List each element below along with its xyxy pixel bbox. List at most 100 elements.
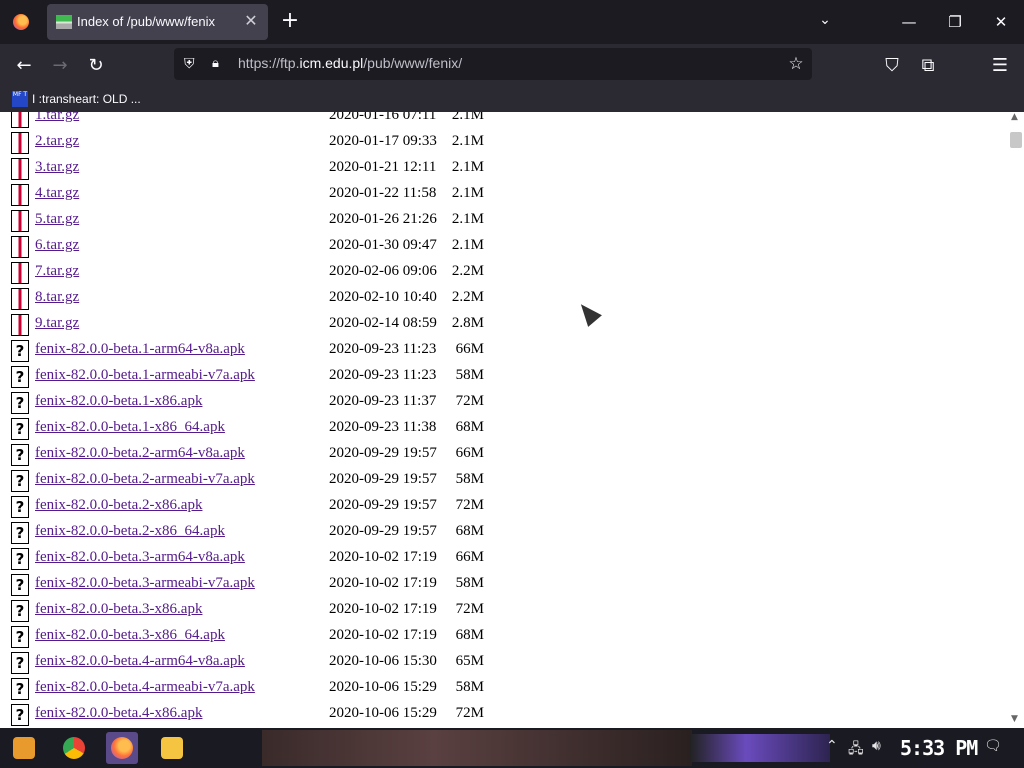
scroll-down-icon[interactable]: ▼	[1011, 714, 1021, 728]
lock-icon[interactable]: 🔒︎	[212, 56, 228, 72]
unknown-file-icon: ?	[11, 678, 29, 700]
file-link[interactable]: 3.tar.gz	[35, 159, 79, 176]
table-row: ? fenix-82.0.0-beta.2-x86.apk 2020-09-29 1…	[0, 494, 1000, 520]
file-link[interactable]: fenix-82.0.0-beta.3-armeabi-v7a.apk	[35, 575, 255, 592]
file-link[interactable]: fenix-82.0.0-beta.3-arm64-v8a.apk	[35, 549, 245, 566]
forward-button[interactable]: →	[47, 52, 73, 78]
unknown-file-icon: ?	[11, 548, 29, 570]
file-link[interactable]: fenix-82.0.0-beta.1-armeabi-v7a.apk	[35, 367, 255, 384]
file-link[interactable]: 4.tar.gz	[35, 185, 79, 202]
unknown-file-icon: ?	[11, 470, 29, 492]
start-icon[interactable]	[8, 732, 40, 764]
file-link[interactable]: 1.tar.gz	[35, 112, 79, 124]
url-text[interactable]: https://ftp.icm.edu.pl/pub/www/fenix/	[238, 55, 462, 71]
restore-button[interactable]: ❐	[932, 0, 978, 44]
bookmark-item[interactable]: MF T I :transheart: OLD ...	[12, 89, 141, 108]
file-link[interactable]: fenix-82.0.0-beta.3-x86.apk	[35, 601, 202, 618]
tab-close-icon[interactable]: ✕	[242, 12, 260, 30]
file-link[interactable]: fenix-82.0.0-beta.1-x86.apk	[35, 393, 202, 410]
file-date: 2020-01-16 07:11	[329, 112, 437, 123]
network-icon[interactable]: 🖧︎	[848, 738, 864, 762]
file-date: 2020-10-06 15:29	[329, 705, 437, 721]
file-date: 2020-01-17 09:33	[329, 133, 437, 149]
file-date: 2020-02-06 09:06	[329, 263, 437, 279]
title-bar: Index of /pub/www/fenix ✕ + ⌄ — ❐ ✕	[0, 0, 1024, 44]
compressed-file-icon	[11, 210, 29, 232]
file-size: 72M	[455, 497, 484, 513]
file-explorer-icon[interactable]	[156, 732, 188, 764]
menu-icon[interactable]: ☰	[987, 52, 1013, 78]
file-size: 2.1M	[451, 112, 484, 123]
new-tab-button[interactable]: +	[279, 10, 301, 34]
table-row: 8.tar.gz 2020-02-10 10:40 2.2M	[0, 286, 1000, 312]
firefox-icon[interactable]	[106, 732, 138, 764]
page-scrollbar[interactable]: ▲ ▼	[1008, 112, 1024, 728]
file-date: 2020-09-29 19:57	[329, 523, 437, 539]
compressed-file-icon	[11, 262, 29, 284]
file-link[interactable]: 9.tar.gz	[35, 315, 79, 332]
scrollbar-thumb[interactable]	[1010, 132, 1022, 148]
firefox-icon	[13, 14, 29, 30]
table-row: ? fenix-82.0.0-beta.3-x86.apk 2020-10-02 1…	[0, 598, 1000, 624]
table-row: ? fenix-82.0.0-beta.2-x86_64.apk 2020-09-2…	[0, 520, 1000, 546]
file-size: 2.1M	[451, 211, 484, 227]
taskbar: ⌃ 🖧︎ 🔊︎ 5:33 PM 🗨︎	[0, 728, 1024, 768]
firefox-view-button[interactable]	[0, 0, 42, 44]
url-bar[interactable]: ⛨ 🔒︎ https://ftp.icm.edu.pl/pub/www/feni…	[174, 48, 812, 80]
compressed-file-icon	[11, 158, 29, 180]
taskbar-clock[interactable]: 5:33 PM	[900, 736, 978, 760]
volume-icon[interactable]: 🔊︎	[872, 738, 881, 754]
tab-fenix-index[interactable]: Index of /pub/www/fenix ✕	[47, 4, 268, 40]
file-link[interactable]: 8.tar.gz	[35, 289, 79, 306]
extensions-icon[interactable]: ⧉	[915, 52, 941, 78]
file-date: 2020-10-02 17:19	[329, 627, 437, 643]
unknown-file-icon: ?	[11, 496, 29, 518]
table-row: ? fenix-82.0.0-beta.4-armeabi-v7a.apk 2020…	[0, 676, 1000, 702]
reload-button[interactable]: ↻	[83, 52, 109, 78]
compressed-file-icon	[11, 112, 29, 128]
compressed-file-icon	[11, 132, 29, 154]
minimize-button[interactable]: —	[886, 0, 932, 44]
file-size: 2.1M	[451, 159, 484, 175]
file-link[interactable]: fenix-82.0.0-beta.3-x86_64.apk	[35, 627, 225, 644]
file-date: 2020-01-21 12:11	[329, 159, 437, 175]
unknown-file-icon: ?	[11, 600, 29, 622]
file-link[interactable]: 7.tar.gz	[35, 263, 79, 280]
unknown-file-icon: ?	[11, 444, 29, 466]
directory-listing: 1.tar.gz 2020-01-16 07:11 2.1M 2.tar.gz 2020…	[0, 112, 1008, 728]
file-link[interactable]: fenix-82.0.0-beta.2-x86.apk	[35, 497, 202, 514]
close-window-button[interactable]: ✕	[978, 0, 1024, 44]
file-date: 2020-09-29 19:57	[329, 471, 437, 487]
unknown-file-icon: ?	[11, 392, 29, 414]
file-link[interactable]: 5.tar.gz	[35, 211, 79, 228]
file-link[interactable]: fenix-82.0.0-beta.2-x86_64.apk	[35, 523, 225, 540]
chrome-icon[interactable]	[58, 732, 90, 764]
file-link[interactable]: fenix-82.0.0-beta.2-armeabi-v7a.apk	[35, 471, 255, 488]
tab-title: Index of /pub/www/fenix	[77, 14, 216, 29]
chevron-up-icon[interactable]: ⌃	[826, 738, 838, 754]
pocket-icon[interactable]: ⛉	[879, 52, 905, 78]
file-link[interactable]: 6.tar.gz	[35, 237, 79, 254]
notifications-icon[interactable]: 🗨︎	[984, 738, 1002, 754]
file-link[interactable]: fenix-82.0.0-beta.4-armeabi-v7a.apk	[35, 679, 255, 696]
unknown-file-icon: ?	[11, 652, 29, 674]
file-link[interactable]: fenix-82.0.0-beta.2-arm64-v8a.apk	[35, 445, 245, 462]
file-link[interactable]: fenix-82.0.0-beta.1-x86_64.apk	[35, 419, 225, 436]
unknown-file-icon: ?	[11, 626, 29, 648]
list-all-tabs-button[interactable]: ⌄	[814, 12, 836, 32]
file-size: 72M	[455, 393, 484, 409]
scroll-up-icon[interactable]: ▲	[1011, 112, 1021, 126]
table-row: 4.tar.gz 2020-01-22 11:58 2.1M	[0, 182, 1000, 208]
file-link[interactable]: fenix-82.0.0-beta.4-arm64-v8a.apk	[35, 653, 245, 670]
file-date: 2020-10-02 17:19	[329, 575, 437, 591]
bookmark-star-icon[interactable]: ☆	[786, 54, 806, 74]
file-link[interactable]: fenix-82.0.0-beta.1-arm64-v8a.apk	[35, 341, 245, 358]
file-date: 2020-01-30 09:47	[329, 237, 437, 253]
back-button[interactable]: ←	[11, 52, 37, 78]
file-link[interactable]: fenix-82.0.0-beta.4-x86.apk	[35, 705, 202, 722]
table-row: ? fenix-82.0.0-beta.4-x86.apk 2020-10-06 1…	[0, 702, 1000, 728]
table-row: ? fenix-82.0.0-beta.4-arm64-v8a.apk 2020-1…	[0, 650, 1000, 676]
file-link[interactable]: 2.tar.gz	[35, 133, 79, 150]
tracking-shield-icon[interactable]: ⛨	[184, 56, 200, 72]
table-row: ? fenix-82.0.0-beta.1-x86.apk 2020-09-23 1…	[0, 390, 1000, 416]
